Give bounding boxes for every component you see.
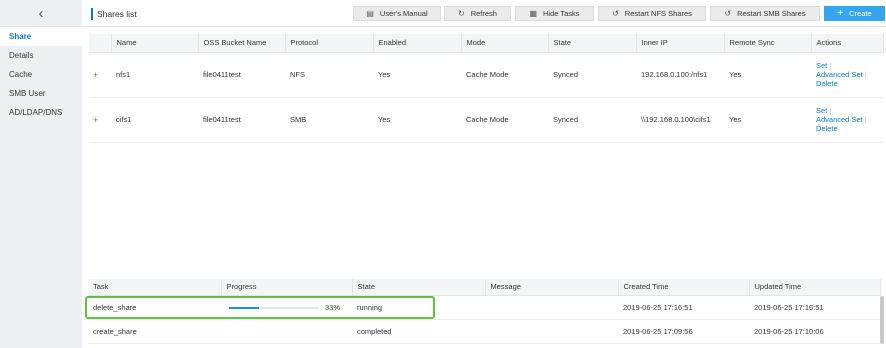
task-updated-time: 2019-06-25 17:16:51 bbox=[749, 295, 880, 320]
hide-tasks-label: Hide Tasks bbox=[543, 9, 580, 18]
task-message bbox=[485, 319, 618, 344]
table-row: + cifs1 file0411test SMB Yes Cache Mode … bbox=[89, 97, 883, 143]
share-protocol: NFS bbox=[285, 52, 373, 98]
restart-smb-label: Restart SMB Shares bbox=[737, 9, 806, 18]
header: Shares list ▤ User's Manual ↻ Refresh ▦ … bbox=[82, 0, 886, 27]
task-name: create_share bbox=[88, 319, 221, 344]
col-name: Name bbox=[111, 34, 199, 53]
share-enabled: Yes bbox=[373, 52, 461, 98]
restart-icon: ↺ bbox=[724, 9, 732, 18]
users-manual-button[interactable]: ▤ User's Manual bbox=[353, 6, 441, 21]
restart-nfs-label: Restart NFS Shares bbox=[624, 9, 692, 18]
task-created-time: 2019-06-25 17:16:51 bbox=[618, 295, 749, 320]
share-inner-ip: 192.168.0.100:/nfs1 bbox=[636, 52, 724, 98]
col-enabled: Enabled bbox=[373, 34, 462, 53]
share-name: cifs1 bbox=[111, 97, 198, 143]
sidebar-item-smb-user[interactable]: SMB User bbox=[0, 84, 82, 103]
col-progress: Progress bbox=[221, 279, 353, 296]
expand-icon[interactable]: + bbox=[89, 52, 111, 98]
refresh-icon: ↻ bbox=[458, 9, 465, 18]
share-inner-ip: \\192.168.0.100\cifs1 bbox=[636, 97, 724, 143]
users-manual-label: User's Manual bbox=[379, 9, 428, 18]
restart-icon: ↺ bbox=[612, 9, 619, 18]
sidebar-header: ‹ bbox=[0, 0, 82, 27]
task-created-time: 2019-06-25 17:09:56 bbox=[618, 319, 749, 344]
col-expand bbox=[89, 34, 112, 53]
share-remote-sync: Yes bbox=[724, 52, 811, 98]
col-protocol: Protocol bbox=[285, 34, 374, 53]
col-inner-ip: Inner IP bbox=[636, 34, 725, 53]
share-actions: Set | Advanced Set | Delete bbox=[811, 52, 883, 98]
col-task-state: State bbox=[352, 279, 486, 296]
advanced-set-link[interactable]: Advanced Set bbox=[816, 70, 863, 79]
plus-icon: + bbox=[837, 8, 844, 19]
shares-table: Name OSS Bucket Name Protocol Enabled Mo… bbox=[89, 34, 884, 143]
col-bucket: OSS Bucket Name bbox=[198, 34, 286, 53]
action-separator: | bbox=[829, 106, 832, 115]
task-updated-time: 2019-06-25 17:10:06 bbox=[749, 319, 880, 344]
sidebar: ‹ Share Details Cache SMB User AD/LDAP/D… bbox=[0, 0, 82, 348]
action-separator: | bbox=[864, 115, 867, 124]
delete-link[interactable]: Delete bbox=[816, 124, 838, 133]
share-enabled: Yes bbox=[373, 97, 461, 143]
scrollbar[interactable] bbox=[880, 296, 884, 344]
refresh-button[interactable]: ↻ Refresh bbox=[444, 6, 511, 21]
expand-icon[interactable]: + bbox=[89, 97, 111, 143]
delete-link[interactable]: Delete bbox=[816, 79, 838, 88]
task-message bbox=[485, 295, 618, 320]
book-icon: ▤ bbox=[366, 9, 374, 18]
share-mode: Cache Mode bbox=[461, 97, 548, 143]
restart-smb-button[interactable]: ↺ Restart SMB Shares bbox=[710, 6, 820, 21]
advanced-set-link[interactable]: Advanced Set bbox=[816, 115, 863, 124]
share-actions: Set | Advanced Set | Delete bbox=[811, 97, 883, 143]
task-progress bbox=[221, 319, 352, 344]
col-actions: Actions bbox=[811, 34, 884, 53]
col-updated-time: Updated Time bbox=[749, 279, 881, 296]
share-state: Synced bbox=[548, 97, 636, 143]
bucket-link[interactable]: file0411test bbox=[198, 97, 285, 143]
action-separator: | bbox=[864, 70, 867, 79]
tasks-header-row: Task Progress State Message Created Time… bbox=[88, 279, 881, 296]
sidebar-item-ad-ldap-dns[interactable]: AD/LDAP/DNS bbox=[0, 103, 82, 122]
action-separator: | bbox=[829, 61, 832, 70]
bar-chart-icon: ▦ bbox=[529, 9, 537, 18]
share-name: nfs1 bbox=[111, 52, 198, 98]
chevron-left-icon[interactable]: ‹ bbox=[39, 6, 44, 21]
hide-tasks-button[interactable]: ▦ Hide Tasks bbox=[515, 6, 594, 21]
highlight-box bbox=[85, 296, 435, 319]
refresh-label: Refresh bbox=[470, 9, 497, 18]
task-state: completed bbox=[352, 319, 485, 344]
sidebar-item-cache[interactable]: Cache bbox=[0, 65, 82, 84]
share-protocol: SMB bbox=[285, 97, 373, 143]
sidebar-item-share[interactable]: Share bbox=[0, 27, 82, 46]
share-remote-sync: Yes bbox=[724, 97, 811, 143]
col-mode: Mode bbox=[461, 34, 549, 53]
col-created-time: Created Time bbox=[618, 279, 750, 296]
col-state: State bbox=[548, 34, 637, 53]
table-row: + nfs1 file0411test NFS Yes Cache Mode S… bbox=[89, 52, 883, 98]
col-message: Message bbox=[485, 279, 619, 296]
shares-header-row: Name OSS Bucket Name Protocol Enabled Mo… bbox=[89, 34, 884, 53]
page-title: Shares list bbox=[91, 8, 137, 20]
set-link[interactable]: Set bbox=[816, 106, 827, 115]
share-state: Synced bbox=[548, 52, 636, 98]
col-remote-sync: Remote Sync bbox=[724, 34, 812, 53]
restart-nfs-button[interactable]: ↺ Restart NFS Shares bbox=[598, 6, 706, 21]
share-mode: Cache Mode bbox=[461, 52, 548, 98]
create-button[interactable]: + Create bbox=[824, 6, 885, 21]
set-link[interactable]: Set bbox=[816, 61, 827, 70]
create-label: Create bbox=[849, 9, 872, 18]
bucket-link[interactable]: file0411test bbox=[198, 52, 285, 98]
sidebar-item-details[interactable]: Details bbox=[0, 46, 82, 65]
table-row: create_share completed 2019-06-25 17:09:… bbox=[88, 319, 880, 344]
col-task: Task bbox=[88, 279, 222, 296]
